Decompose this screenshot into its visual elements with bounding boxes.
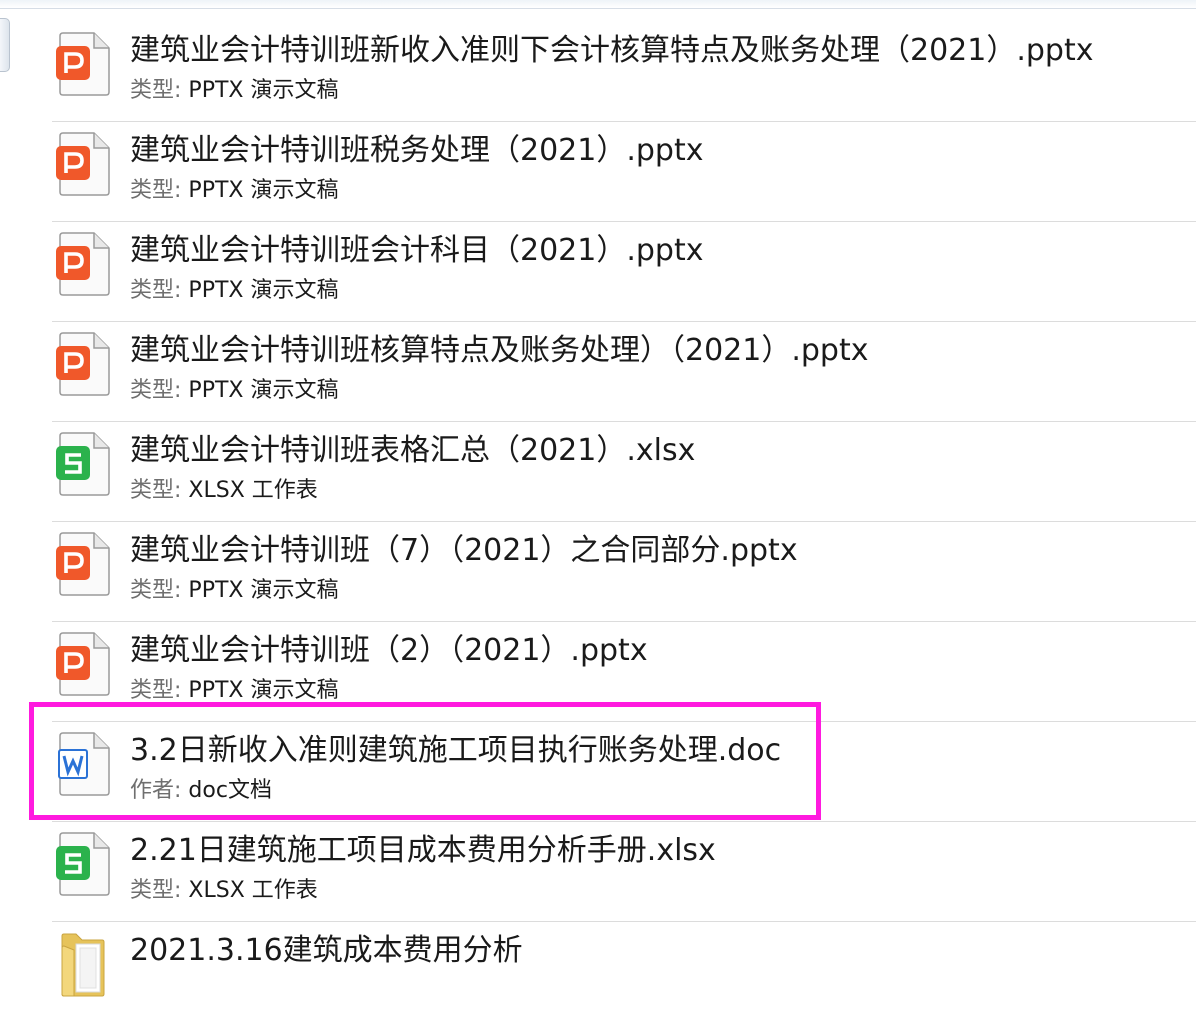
file-row[interactable]: 建筑业会计特训班（7）（2021）之合同部分.pptx 类型: PPTX 演示文… bbox=[52, 500, 1196, 622]
pptx-file-icon bbox=[56, 232, 110, 296]
file-row[interactable]: 建筑业会计特训班核算特点及账务处理）（2021）.pptx 类型: PPTX 演… bbox=[52, 300, 1196, 422]
pptx-file-icon bbox=[56, 132, 110, 196]
file-name: 建筑业会计特训班表格汇总（2021）.xlsx bbox=[130, 433, 696, 468]
file-row[interactable]: 2.21日建筑施工项目成本费用分析手册.xlsx 类型: XLSX 工作表 bbox=[52, 800, 1196, 922]
file-name: 建筑业会计特训班新收入准则下会计核算特点及账务处理（2021）.pptx bbox=[130, 33, 1094, 68]
file-name: 建筑业会计特训班（7）（2021）之合同部分.pptx bbox=[130, 533, 798, 568]
file-row[interactable]: 2021.3.16建筑成本费用分析 bbox=[52, 900, 1196, 1000]
file-name: 建筑业会计特训班核算特点及账务处理）（2021）.pptx bbox=[130, 333, 869, 368]
file-name: 2.21日建筑施工项目成本费用分析手册.xlsx bbox=[130, 833, 716, 868]
file-row[interactable]: 建筑业会计特训班表格汇总（2021）.xlsx 类型: XLSX 工作表 bbox=[52, 400, 1196, 522]
xlsx-file-icon bbox=[56, 432, 110, 496]
file-name: 3.2日新收入准则建筑施工项目执行账务处理.doc bbox=[130, 733, 782, 768]
file-row[interactable]: 建筑业会计特训班（2）（2021）.pptx 类型: PPTX 演示文稿 bbox=[52, 600, 1196, 722]
doc-file-icon bbox=[56, 732, 110, 796]
pptx-file-icon bbox=[56, 32, 110, 96]
file-row[interactable]: 建筑业会计特训班会计科目（2021）.pptx 类型: PPTX 演示文稿 bbox=[52, 200, 1196, 322]
folder-icon bbox=[56, 932, 110, 997]
file-name: 2021.3.16建筑成本费用分析 bbox=[130, 933, 523, 968]
pptx-file-icon bbox=[56, 532, 110, 596]
file-name: 建筑业会计特训班税务处理（2021）.pptx bbox=[130, 133, 704, 168]
pptx-file-icon bbox=[56, 632, 110, 696]
file-row[interactable]: 建筑业会计特训班税务处理（2021）.pptx 类型: PPTX 演示文稿 bbox=[52, 100, 1196, 222]
file-list: 建筑业会计特训班新收入准则下会计核算特点及账务处理（2021）.pptx 类型:… bbox=[0, 0, 1196, 1020]
file-row[interactable]: 建筑业会计特训班新收入准则下会计核算特点及账务处理（2021）.pptx 类型:… bbox=[52, 0, 1196, 122]
pptx-file-icon bbox=[56, 332, 110, 396]
xlsx-file-icon bbox=[56, 832, 110, 896]
file-row[interactable]: 3.2日新收入准则建筑施工项目执行账务处理.doc 作者: doc文档 bbox=[52, 700, 1196, 822]
file-name: 建筑业会计特训班会计科目（2021）.pptx bbox=[130, 233, 704, 268]
file-name: 建筑业会计特训班（2）（2021）.pptx bbox=[130, 633, 648, 668]
